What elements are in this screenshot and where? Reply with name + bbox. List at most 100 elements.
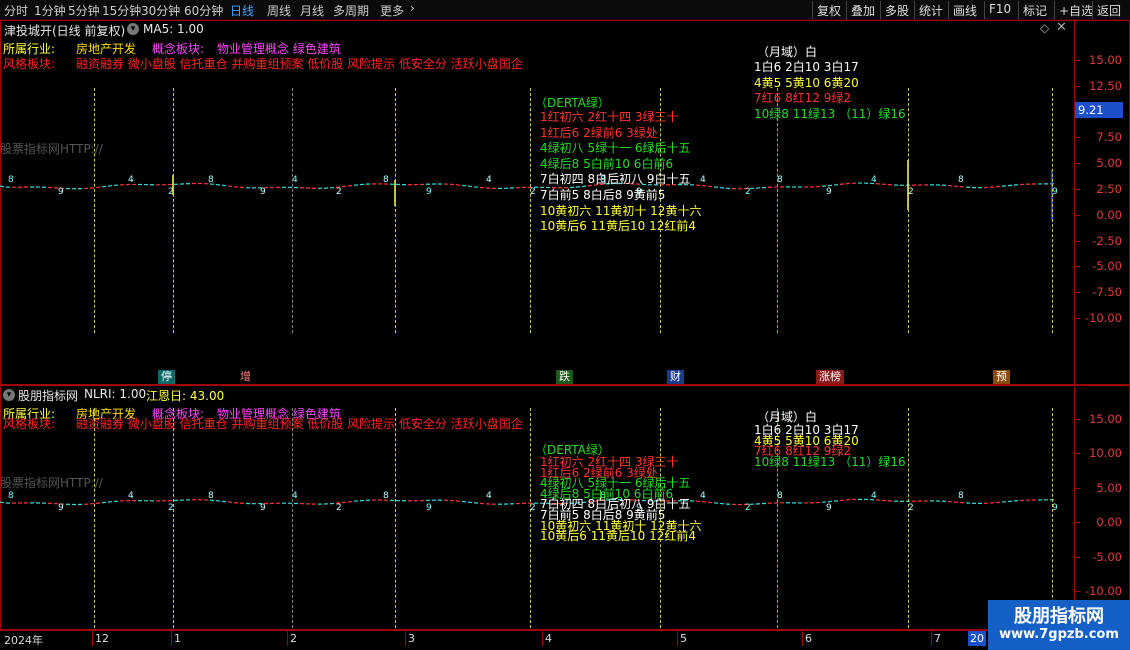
ma5-line [833,183,841,186]
derta_rows-row: 4绿初八 5绿十一 6绿后十五 [540,141,691,156]
nlri-line [215,500,223,502]
cycle-marker: 2 [745,503,751,513]
more-arrow-icon[interactable]: › [410,1,415,15]
cycle-marker: 9 [58,503,64,513]
cycle-marker: 4 [486,491,492,501]
cycle-marker: 2 [745,187,751,197]
nlri-line [221,500,229,503]
y-axis-label: 5.00 [1096,156,1122,171]
nlri-line [719,502,727,505]
period-9[interactable]: 多周期 [333,2,369,19]
cycle-marker: 9 [58,187,64,197]
cycle-line [173,88,174,333]
cycle-marker: 8 [8,491,14,501]
toolbar-button-2[interactable]: 多股 [880,1,913,19]
y-axis-tick [1075,163,1080,165]
date-tick [677,631,678,646]
y-axis-label: -5.00 [1092,259,1122,274]
nlri-line [467,501,475,504]
y-axis-label: -5.00 [1092,549,1122,564]
ma5-line [0,185,7,188]
period-8[interactable]: 月线 [300,2,324,19]
period-5[interactable]: 60分钟 [184,2,223,19]
year-label: 2024年 [4,634,43,647]
ma5-line [107,184,115,187]
month_rows-row: 7红6 8红12 9绿2 [754,91,852,106]
cycle-marker: 9 [260,503,266,513]
cycle-line [292,88,293,333]
event-mark[interactable]: 财 [667,370,684,384]
toolbar-button-1[interactable]: 叠加 [846,1,879,19]
main-axis-frame [1074,20,1130,385]
period-1[interactable]: 1分钟 [34,2,66,19]
toolbar-button-5[interactable]: F10 [984,1,1015,19]
nlri-line [707,501,715,504]
ma5-line [347,184,355,187]
period-toolbar: 分时 1分钟 5分钟 15分钟 30分钟 60分钟 日线 周线 月线 多周期 更多 › 复权 叠加 多股 统计… [0,0,1130,20]
event-mark[interactable]: 跌 [556,370,573,384]
nlri-line [827,500,835,503]
cycle-marker: 8 [8,175,14,185]
nlri-line [95,502,103,504]
cycle-line [395,408,396,628]
y-axis-tick [1075,318,1080,319]
period-4[interactable]: 30分钟 [141,2,180,19]
cycle-marker: 2 [336,503,342,513]
y-axis-label: 0.00 [1096,515,1122,530]
cycle-marker: 9 [826,187,832,197]
ma5-line [233,186,241,188]
nlri-line [89,502,97,505]
ma5-line [1007,184,1015,187]
nlri-line [341,501,349,504]
current-value-badge: 9.21 [1075,102,1123,118]
derta_rows-row: 1红初六 2红十四 3绿三十 [540,110,679,124]
cycle-line [530,88,531,333]
cycle-line [1052,408,1053,628]
cycle-line [908,408,909,628]
toolbar-button-4[interactable]: 画线 [948,1,981,19]
period-7[interactable]: 周线 [267,2,291,19]
cycle-marker: 9 [826,503,832,513]
toolbar-button-6[interactable]: 标记 [1018,1,1051,19]
ma5-line [827,184,835,187]
logo-name: 股朋指标网 [1014,606,1104,627]
event-mark[interactable]: 涨榜 [816,370,844,384]
period-2[interactable]: 5分钟 [68,2,100,19]
period-10[interactable]: 更多 [380,2,404,19]
nlri-line [107,500,115,503]
y-axis-label: 5.00 [1096,480,1122,495]
nlri-line [101,501,109,504]
date-tick [171,631,172,646]
ma5-line [221,184,229,187]
toolbar-button-7[interactable]: +自选 [1054,1,1097,19]
derta_rows-row: 4绿后8 5白前10 6白前6 [540,156,674,171]
y-axis-tick [1075,522,1080,524]
date-month-label: 3 [408,632,415,645]
cycle-line [777,88,778,333]
ma5-line [461,184,469,187]
ma5-line [1001,185,1009,187]
event-mark[interactable]: 预 [993,370,1010,384]
period-6[interactable]: 日线 [230,2,254,19]
y-axis-label: -7.50 [1092,285,1122,300]
nlri-line [1001,500,1009,503]
cycle-marker: 8 [208,175,214,185]
derta_rows-row: 7白前5 8白后8 9黄前5 [540,188,666,202]
y-axis-tick [1075,85,1080,87]
derta_rows-row: 10黄后6 11黄后10 12红前4 [540,219,696,234]
event-mark[interactable]: 增 [237,370,254,384]
derta_rows-row: 7白初四 8白后初八 9白十五 [540,172,691,187]
toolbar-button-3[interactable]: 统计 [914,1,947,19]
month_rows-row: 10绿8 11绿13 （11）绿16 [754,106,906,121]
cycle-marker: 8 [958,175,964,185]
period-3[interactable]: 15分钟 [102,2,141,19]
period-0[interactable]: 分时 [4,2,28,19]
toolbar-button-8[interactable]: 返回 [1092,1,1125,19]
ma5-line [953,185,961,188]
toolbar-button-0[interactable]: 复权 [812,1,845,19]
ma5-line [467,185,475,188]
y-axis-tick [1075,453,1080,455]
event-mark[interactable]: 停 [158,370,175,384]
cycle-marker: 4 [871,175,877,185]
y-axis-tick [1075,189,1080,190]
